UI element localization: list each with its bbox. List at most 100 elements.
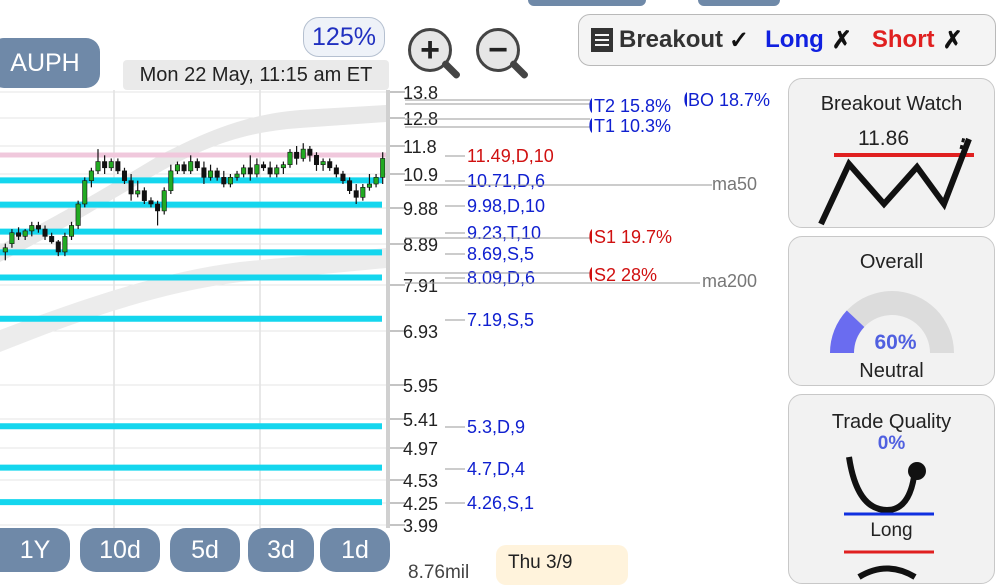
price-tick-label: 4.97 [403,439,438,459]
candle-body [333,167,339,175]
candle [333,164,339,178]
candle-body [161,190,167,212]
candle-body [174,164,180,172]
candle-body [88,170,94,181]
range-5d-button[interactable]: 5d [170,528,240,572]
candle-body [95,161,101,172]
price-tick-label: 9.88 [403,199,438,219]
candle-body [115,161,121,172]
candle [102,155,108,174]
candle-body [102,161,108,169]
price-tick-label: 11.8 [403,137,437,157]
candle-body [287,151,293,165]
candle [88,167,94,188]
candle [307,146,313,162]
candle-body [35,225,41,230]
candle-body [366,183,372,188]
candle [241,164,247,178]
candle [168,164,174,194]
level-label: 9.23,T,10 [467,223,541,243]
candle-body [82,180,88,205]
candle [294,146,300,165]
candle-body [75,203,81,226]
candle-body [208,170,214,178]
price-tick-label: 10.9 [403,165,438,185]
candle [141,187,147,204]
target-marker [589,118,592,133]
candle-body [194,161,200,169]
candle-body [307,148,313,156]
candle [280,161,286,174]
level-label: 7.19,S,5 [467,310,534,330]
level-label: 11.49,D,10 [467,146,554,166]
level-label: 5.3,D,9 [467,417,525,437]
price-tick-label: 4.25 [403,494,438,514]
trade-quality-card[interactable]: Trade Quality 0% Long [788,394,995,584]
candle-body [9,232,15,244]
target-label: S2 28% [594,265,657,285]
candle [188,155,194,174]
range-10d-button[interactable]: 10d [80,528,160,572]
range-1y-button[interactable]: 1Y [0,528,70,572]
candle [360,184,366,201]
candle-body [108,161,114,169]
candle-body [261,164,267,169]
candle-body [373,177,379,185]
range-3d-button[interactable]: 3d [248,528,314,572]
candle [108,158,114,171]
candle-body [320,161,326,165]
price-tick-label: 5.41 [403,410,438,430]
candle [373,174,379,188]
trade-quality-icon [844,456,934,580]
price-axis: 13.812.811.810.99.888.897.916.935.955.41… [390,83,438,536]
ma-label: ma200 [702,271,757,291]
candle-body [16,232,22,237]
level-label: 10.71,D,6 [467,171,545,191]
candle [194,158,200,171]
level-labels: 11.49,D,10 10.71,D,6 9.98,D,10 9.23,T,108.6… [405,90,770,513]
candle [115,158,121,174]
candle [353,184,359,204]
range-1d-button[interactable]: 1d [320,528,390,572]
candle-body [274,167,280,175]
moving-average-bands [0,105,386,352]
candle-body [267,167,273,175]
candle-body [227,177,233,185]
price-tick-label: 3.99 [403,516,438,536]
level-label: 4.7,D,4 [467,459,525,479]
price-tick-label: 4.53 [403,471,438,491]
trade-quality-status: Long [870,520,913,541]
candle-body [300,148,306,159]
candle [161,187,167,215]
candle-body [353,190,359,198]
candle [267,161,273,178]
candle-body [234,173,240,178]
candle [287,149,293,168]
target-marker [589,229,592,244]
candle-body [347,180,353,191]
candle [75,200,81,230]
candle-body [69,225,75,237]
candle-body [49,236,55,243]
price-tick-label: 7.91 [403,276,438,296]
candle-body [247,167,253,175]
candle-body [241,167,247,175]
candle-body [141,190,147,201]
candle-body [55,241,61,253]
level-label: 8.09,D,6 [467,268,535,288]
candle-body [121,170,127,181]
candle-body [214,170,220,178]
breakout-watch-card[interactable]: Breakout Watch 11.86 [788,78,995,228]
ma200-band [0,248,386,352]
candle [155,200,161,226]
candle-body [360,187,366,198]
candle-body [327,161,333,169]
target-label: S1 19.7% [594,227,672,247]
overall-card[interactable]: Overall 60% Neutral [788,236,995,386]
overall-status: Neutral [859,360,924,382]
candle [82,177,88,208]
candle-body [168,170,174,191]
candle-body [201,167,207,178]
price-tick-label: 6.93 [403,322,438,342]
candle [69,221,75,240]
